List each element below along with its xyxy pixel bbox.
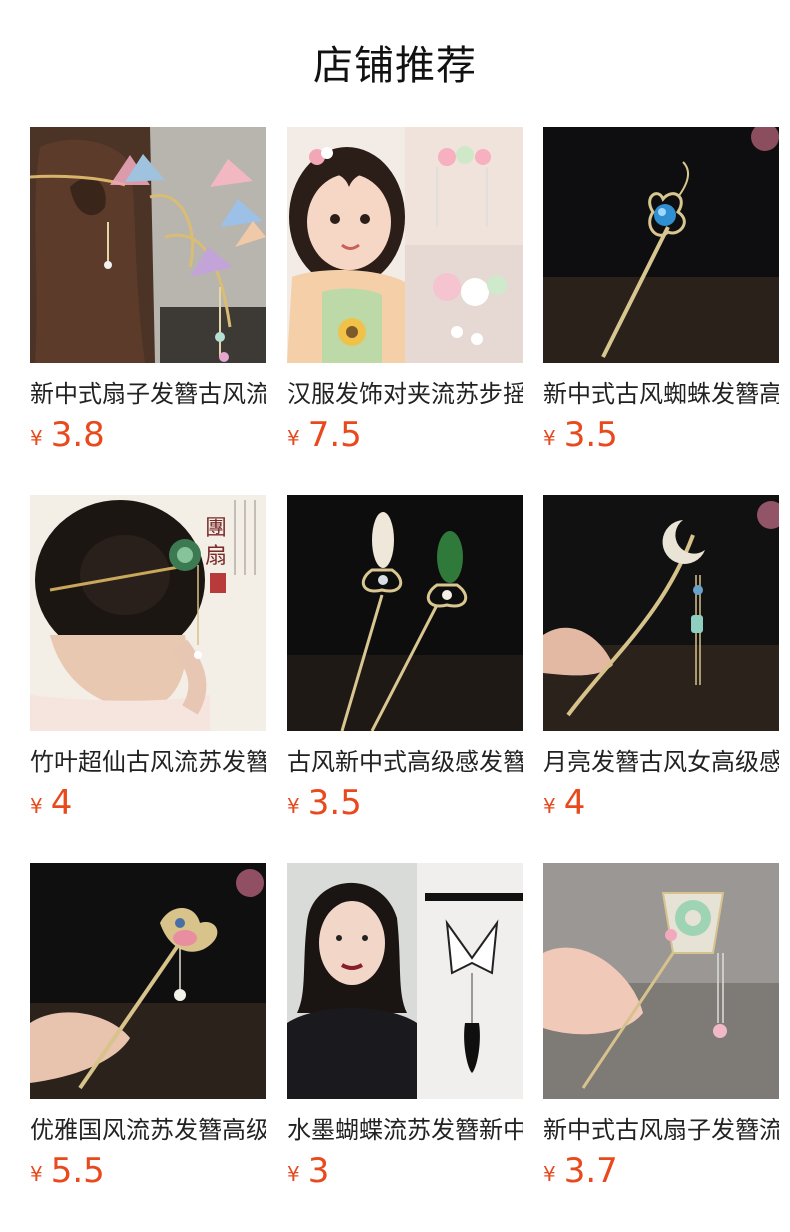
product-image[interactable]: [543, 127, 779, 363]
price-value: 5.5: [50, 1151, 105, 1191]
product-name[interactable]: 月亮发簪古风女高级感: [543, 745, 779, 779]
product-image[interactable]: [30, 127, 266, 363]
product-price: ¥3.8: [30, 414, 105, 456]
product-image[interactable]: [543, 863, 779, 1099]
currency-symbol: ¥: [543, 794, 556, 818]
product-name[interactable]: 竹叶超仙古风流苏发簪: [30, 745, 266, 779]
currency-symbol: ¥: [30, 426, 43, 450]
product-card[interactable]: 團 扇 竹叶超仙古风流苏发簪 ¥4: [30, 495, 266, 835]
product-price: ¥3: [287, 1150, 329, 1192]
price-value: 4: [50, 783, 73, 823]
product-card[interactable]: 新中式古风蜘蛛发簪高级 ¥3.5: [543, 127, 779, 467]
product-card[interactable]: 古风新中式高级感发簪 ¥3.5: [287, 495, 523, 835]
currency-symbol: ¥: [287, 1162, 300, 1186]
price-value: 3.7: [563, 1151, 618, 1191]
currency-symbol: ¥: [543, 426, 556, 450]
currency-symbol: ¥: [543, 1162, 556, 1186]
price-value: 7.5: [307, 415, 362, 455]
product-card[interactable]: 优雅国风流苏发簪高级感 ¥5.5: [30, 863, 266, 1203]
product-price: ¥3.5: [287, 782, 362, 824]
price-value: 3: [307, 1151, 330, 1191]
product-image[interactable]: [287, 495, 523, 731]
price-value: 4: [563, 783, 586, 823]
product-price: ¥3.5: [543, 414, 618, 456]
currency-symbol: ¥: [30, 1162, 43, 1186]
product-name[interactable]: 优雅国风流苏发簪高级感: [30, 1113, 266, 1147]
currency-symbol: ¥: [30, 794, 43, 818]
product-image[interactable]: 團 扇: [30, 495, 266, 731]
product-image[interactable]: [543, 495, 779, 731]
product-card[interactable]: 月亮发簪古风女高级感 ¥4: [543, 495, 779, 835]
product-price: ¥4: [30, 782, 72, 824]
product-card[interactable]: 水墨蝴蝶流苏发簪新中式 ¥3: [287, 863, 523, 1203]
price-value: 3.8: [50, 415, 105, 455]
product-name[interactable]: 新中式扇子发簪古风流苏: [30, 377, 266, 411]
page-title: 店铺推荐: [313, 43, 477, 89]
currency-symbol: ¥: [287, 794, 300, 818]
product-card[interactable]: 汉服发饰对夹流苏步摇 ¥7.5: [287, 127, 523, 467]
product-name[interactable]: 古风新中式高级感发簪: [287, 745, 523, 779]
product-name[interactable]: 水墨蝴蝶流苏发簪新中式: [287, 1113, 523, 1147]
price-value: 3.5: [307, 783, 362, 823]
svg-text:扇: 扇: [205, 544, 227, 569]
currency-symbol: ¥: [287, 426, 300, 450]
product-image[interactable]: [30, 863, 266, 1099]
product-price: ¥7.5: [287, 414, 362, 456]
product-name[interactable]: 汉服发饰对夹流苏步摇: [287, 377, 523, 411]
product-price: ¥3.7: [543, 1150, 618, 1192]
product-image[interactable]: [287, 127, 523, 363]
product-card[interactable]: 新中式扇子发簪古风流苏 ¥3.8: [30, 127, 266, 467]
product-name[interactable]: 新中式古风蜘蛛发簪高级: [543, 377, 779, 411]
product-name[interactable]: 新中式古风扇子发簪流苏: [543, 1113, 779, 1147]
product-price: ¥5.5: [30, 1150, 105, 1192]
svg-text:團: 團: [205, 516, 227, 541]
product-image[interactable]: [287, 863, 523, 1099]
product-price: ¥4: [543, 782, 585, 824]
product-card[interactable]: 新中式古风扇子发簪流苏 ¥3.7: [543, 863, 779, 1203]
price-value: 3.5: [563, 415, 618, 455]
